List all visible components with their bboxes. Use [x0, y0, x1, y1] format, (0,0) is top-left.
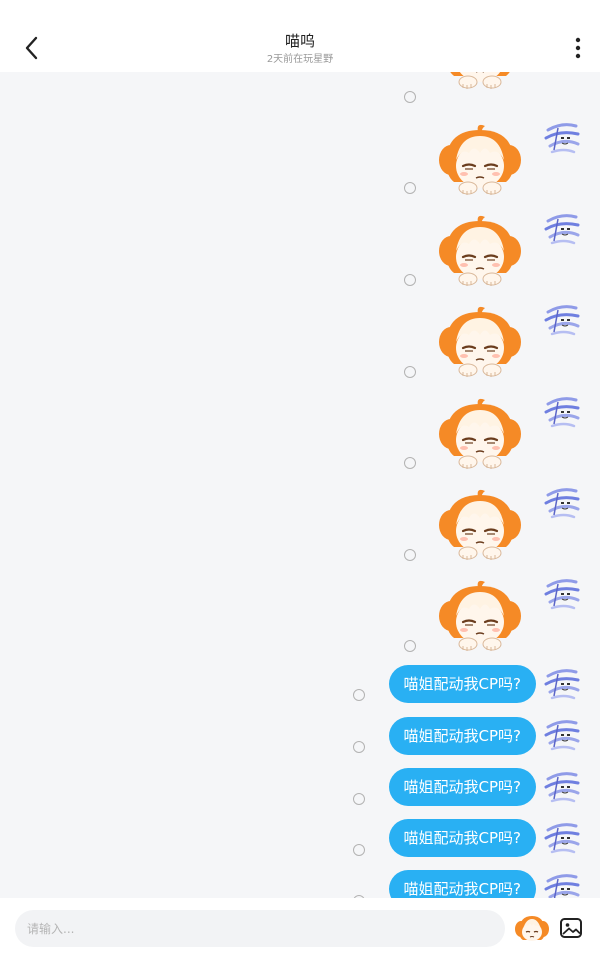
message-sticker — [0, 118, 600, 208]
message-text: 喵姐配动我CP吗? — [0, 869, 600, 898]
read-status-circle — [404, 274, 416, 286]
read-status-circle — [404, 549, 416, 561]
message-bubble[interactable]: 喵姐配动我CP吗? — [388, 717, 536, 755]
page-title: 喵呜 — [284, 32, 315, 50]
sleepy-girl-sticker[interactable] — [438, 211, 522, 295]
user-avatar[interactable] — [542, 392, 582, 432]
user-avatar[interactable] — [542, 767, 582, 807]
message-sticker — [0, 300, 600, 390]
read-status-circle — [404, 457, 416, 469]
message-bubble[interactable]: 喵姐配动我CP吗? — [388, 870, 536, 898]
read-status-circle — [404, 366, 416, 378]
sticker-face-icon[interactable] — [515, 912, 549, 944]
message-text: 喵姐配动我CP吗? — [0, 767, 600, 813]
message-sticker — [0, 72, 600, 103]
read-status-circle — [404, 91, 416, 103]
user-avatar[interactable] — [542, 118, 582, 158]
user-avatar[interactable] — [542, 209, 582, 249]
message-sticker — [0, 209, 600, 299]
input-bar — [0, 898, 600, 960]
sleepy-girl-sticker[interactable] — [438, 485, 522, 569]
message-sticker — [0, 574, 600, 664]
chat-header: 喵呜 2天前在玩星野 — [0, 0, 600, 72]
read-status-circle — [404, 640, 416, 652]
message-sticker — [0, 483, 600, 573]
message-text: 喵姐配动我CP吗? — [0, 664, 600, 710]
image-icon[interactable] — [559, 916, 583, 940]
message-bubble[interactable]: 喵姐配动我CP吗? — [388, 819, 536, 857]
read-status-circle — [353, 689, 365, 701]
read-status-circle — [353, 741, 365, 753]
read-status-circle — [404, 182, 416, 194]
sleepy-girl-sticker[interactable] — [438, 394, 522, 478]
presence-status: 2天前在玩星野 — [266, 54, 334, 65]
message-list[interactable]: 喵姐配动我CP吗? 喵姐配动我CP吗? 喵姐配动我CP吗? 喵姐配动我CP吗? … — [0, 72, 600, 898]
sleepy-girl-sticker[interactable] — [438, 120, 522, 204]
message-sticker — [0, 392, 600, 482]
sleepy-girl-sticker[interactable] — [438, 72, 522, 98]
message-bubble[interactable]: 喵姐配动我CP吗? — [388, 768, 536, 806]
user-avatar[interactable] — [542, 869, 582, 898]
more-vertical-icon[interactable] — [570, 36, 586, 60]
message-text: 喵姐配动我CP吗? — [0, 818, 600, 864]
read-status-circle — [353, 793, 365, 805]
message-input[interactable] — [15, 910, 505, 947]
user-avatar[interactable] — [542, 715, 582, 755]
user-avatar[interactable] — [542, 483, 582, 523]
sleepy-girl-sticker[interactable] — [438, 302, 522, 386]
message-bubble[interactable]: 喵姐配动我CP吗? — [388, 665, 536, 703]
user-avatar[interactable] — [542, 300, 582, 340]
sleepy-girl-sticker[interactable] — [438, 576, 522, 660]
message-text: 喵姐配动我CP吗? — [0, 715, 600, 761]
user-avatar[interactable] — [542, 574, 582, 614]
user-avatar[interactable] — [542, 664, 582, 704]
read-status-circle — [353, 844, 365, 856]
user-avatar[interactable] — [542, 818, 582, 858]
